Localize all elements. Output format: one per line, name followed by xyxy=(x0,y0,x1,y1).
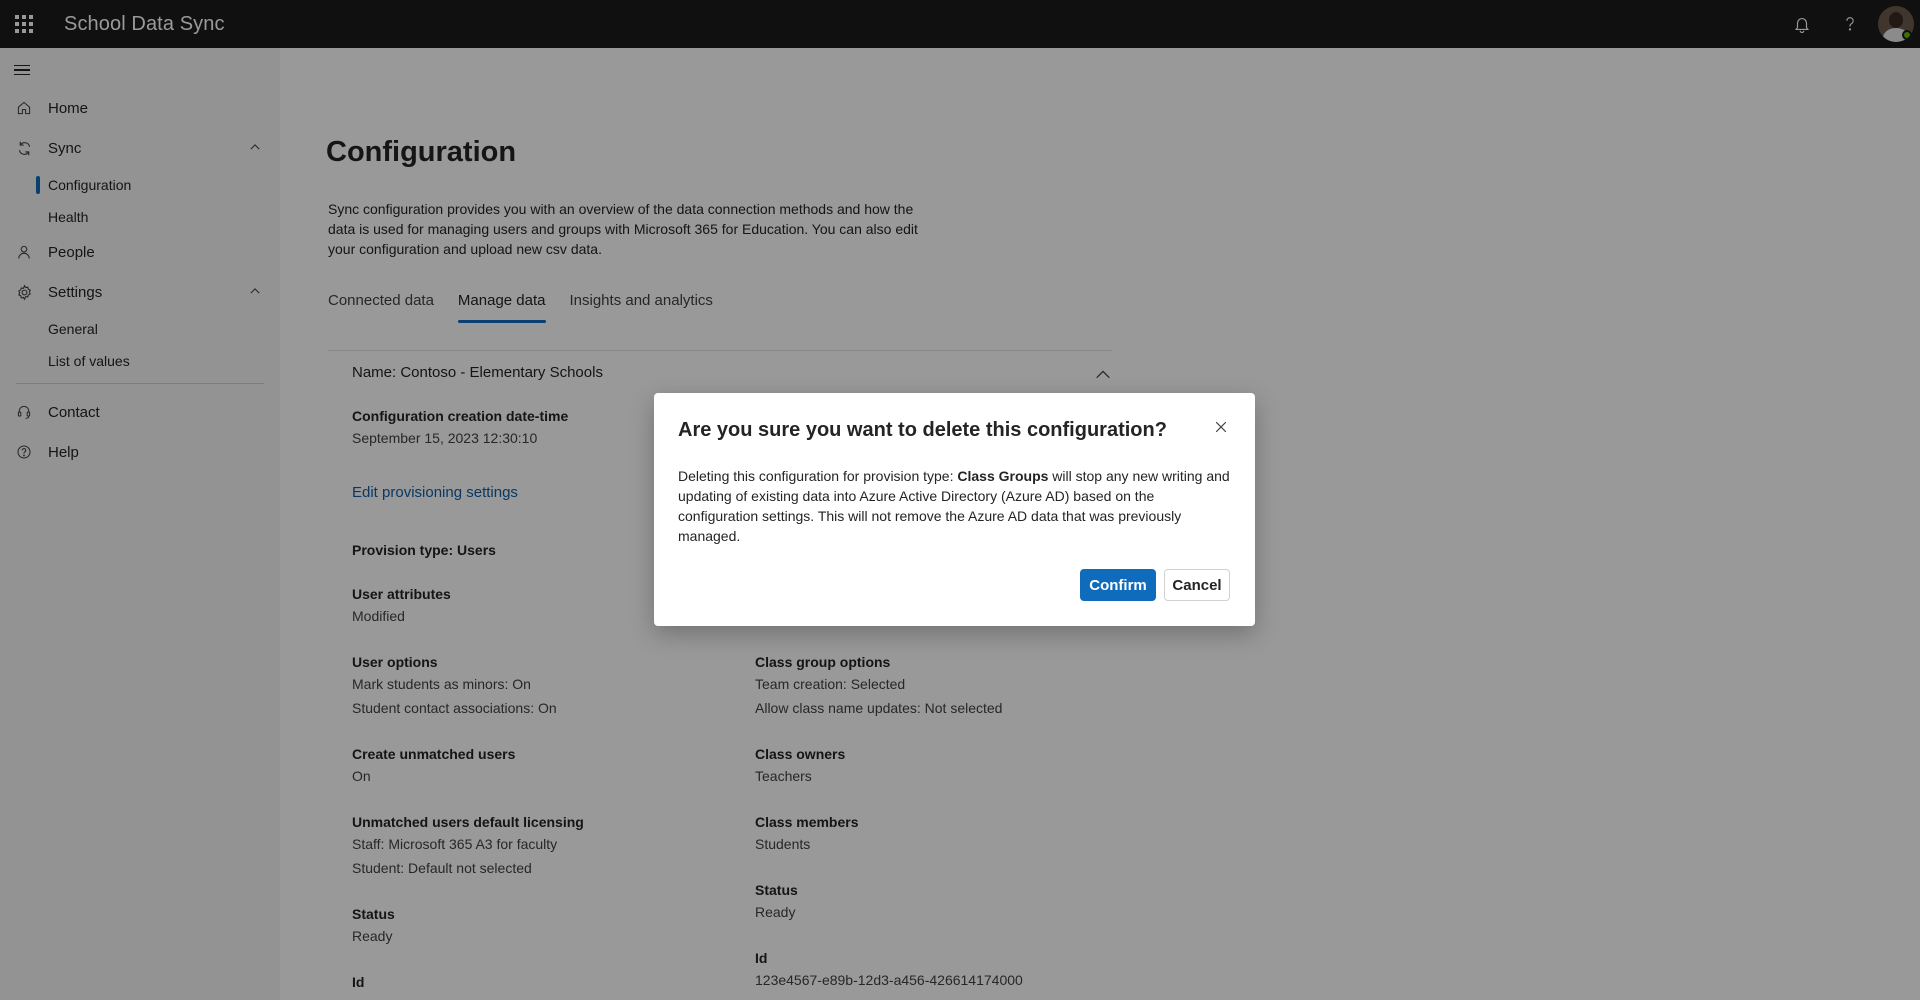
dialog-title: Are you sure you want to delete this con… xyxy=(678,419,1167,441)
cancel-button[interactable]: Cancel xyxy=(1164,569,1230,601)
provision-type-name: Class Groups xyxy=(957,468,1049,484)
delete-confirmation-dialog: Are you sure you want to delete this con… xyxy=(654,393,1255,626)
confirm-button[interactable]: Confirm xyxy=(1080,569,1156,601)
dialog-message: Deleting this configuration for provisio… xyxy=(678,468,1230,544)
close-icon[interactable] xyxy=(1211,417,1231,437)
